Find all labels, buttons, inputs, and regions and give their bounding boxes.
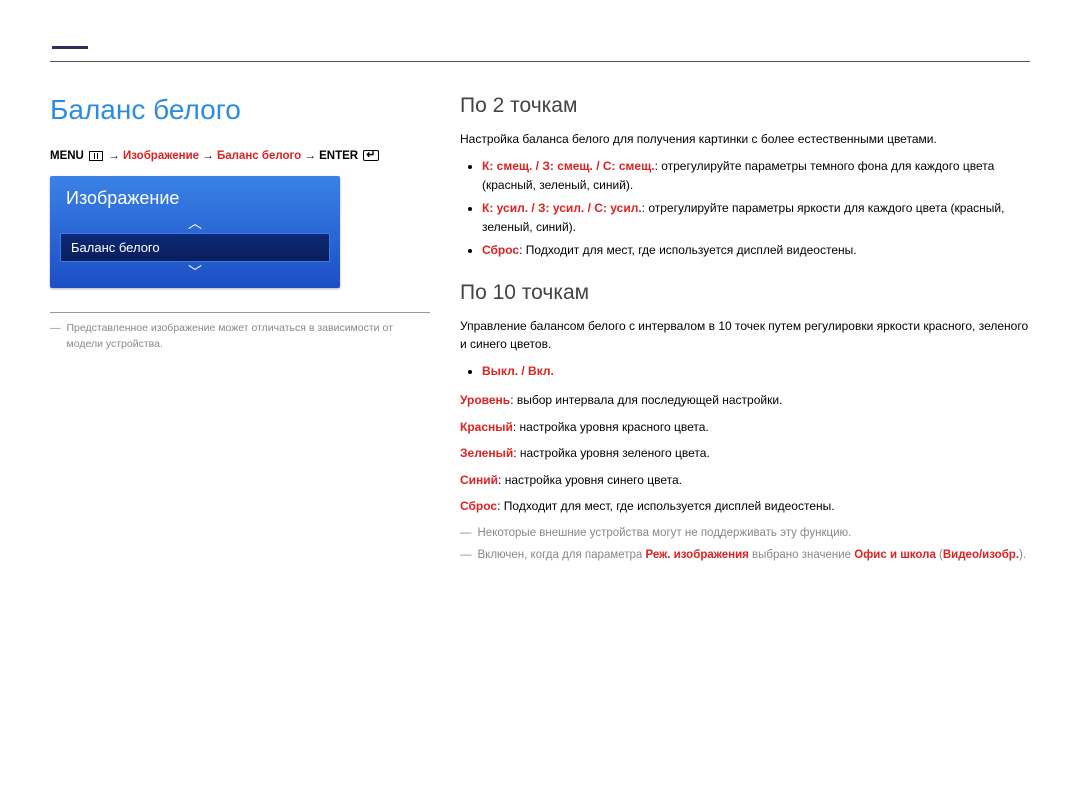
arrow: → bbox=[304, 150, 316, 162]
list-item: Выкл. / Вкл. bbox=[482, 362, 1030, 381]
enter-label: ENTER bbox=[319, 150, 358, 162]
param-label: Красный bbox=[460, 420, 513, 434]
section-10-points-intro: Управление балансом белого с интервалом … bbox=[460, 317, 1030, 354]
path-segment-picture: Изображение bbox=[123, 150, 199, 162]
osd-arrow-down[interactable]: ﹀ bbox=[50, 264, 340, 280]
param-text: : Подходит для мест, где используется ди… bbox=[497, 499, 835, 513]
dash-icon: ― bbox=[460, 546, 472, 564]
param-reset: Сброс: Подходит для мест, где использует… bbox=[460, 497, 1030, 516]
param-text: : настройка уровня красного цвета. bbox=[513, 420, 709, 434]
section-2-points-heading: По 2 точкам bbox=[460, 94, 1030, 118]
item-text: : Подходит для мест, где используется ди… bbox=[519, 243, 857, 257]
dash-icon: ― bbox=[50, 321, 61, 353]
item-label: К: усил. / З: усил. / С: усил. bbox=[482, 201, 642, 215]
osd-arrow-up[interactable]: ︿ bbox=[50, 215, 340, 231]
image-disclaimer: ― Представленное изображение может отлич… bbox=[50, 321, 430, 353]
disclaimer-text: Представленное изображение может отличат… bbox=[67, 321, 431, 353]
item-label: К: смещ. / З: смещ. / С: смещ. bbox=[482, 159, 655, 173]
param-text: : выбор интервала для последующей настро… bbox=[510, 393, 782, 407]
osd-selected-item[interactable]: Баланс белого bbox=[60, 233, 330, 262]
param-green: Зеленый: настройка уровня зеленого цвета… bbox=[460, 444, 1030, 463]
footnote-text: Включен, когда для параметра Реж. изобра… bbox=[478, 546, 1027, 564]
arrow: → bbox=[108, 150, 120, 162]
footnote-unsupported: ― Некоторые внешние устройства могут не … bbox=[460, 524, 1030, 542]
list-item: Сброс: Подходит для мест, где использует… bbox=[482, 241, 1030, 260]
header-accent-bar bbox=[52, 46, 88, 49]
osd-title: Изображение bbox=[50, 176, 340, 215]
param-label: Зеленый bbox=[460, 446, 513, 460]
param-label: Синий bbox=[460, 473, 498, 487]
dash-icon: ― bbox=[460, 524, 472, 542]
list-item: К: смещ. / З: смещ. / С: смещ.: отрегули… bbox=[482, 157, 1030, 195]
footnote-text: Некоторые внешние устройства могут не по… bbox=[478, 524, 852, 542]
param-text: : настройка уровня синего цвета. bbox=[498, 473, 682, 487]
menu-icon bbox=[89, 151, 103, 161]
list-item: К: усил. / З: усил. / С: усил.: отрегули… bbox=[482, 199, 1030, 237]
enter-icon bbox=[363, 150, 379, 161]
param-picture-mode: Реж. изображения bbox=[646, 549, 749, 561]
item-label: Сброс bbox=[482, 243, 519, 257]
value-video-image: Видео/изобр. bbox=[943, 549, 1019, 561]
section-10-points-heading: По 10 точкам bbox=[460, 281, 1030, 305]
section-2-points-intro: Настройка баланса белого для получения к… bbox=[460, 130, 1030, 149]
osd-panel: Изображение ︿ Баланс белого ﹀ bbox=[50, 176, 340, 288]
page-title: Баланс белого bbox=[50, 94, 430, 126]
section-10-points-list: Выкл. / Вкл. bbox=[460, 362, 1030, 381]
arrow: → bbox=[202, 150, 214, 162]
t: ( bbox=[936, 549, 943, 561]
item-label: Выкл. / Вкл. bbox=[482, 364, 554, 378]
param-blue: Синий: настройка уровня синего цвета. bbox=[460, 471, 1030, 490]
t: Включен, когда для параметра bbox=[478, 549, 646, 561]
menu-path: MENU → Изображение → Баланс белого → ENT… bbox=[50, 150, 430, 162]
left-footnote-divider bbox=[50, 312, 430, 313]
header-divider bbox=[50, 61, 1030, 62]
param-red: Красный: настройка уровня красного цвета… bbox=[460, 418, 1030, 437]
section-2-points-list: К: смещ. / З: смещ. / С: смещ.: отрегули… bbox=[460, 157, 1030, 261]
value-office-school: Офис и школа bbox=[854, 549, 936, 561]
param-label: Уровень bbox=[460, 393, 510, 407]
t: выбрано значение bbox=[749, 549, 854, 561]
footnote-enabled-condition: ― Включен, когда для параметра Реж. изоб… bbox=[460, 546, 1030, 564]
menu-label: MENU bbox=[50, 150, 84, 162]
t: ). bbox=[1019, 549, 1026, 561]
path-segment-white-balance: Баланс белого bbox=[217, 150, 301, 162]
param-text: : настройка уровня зеленого цвета. bbox=[513, 446, 710, 460]
param-label: Сброс bbox=[460, 499, 497, 513]
param-level: Уровень: выбор интервала для последующей… bbox=[460, 391, 1030, 410]
